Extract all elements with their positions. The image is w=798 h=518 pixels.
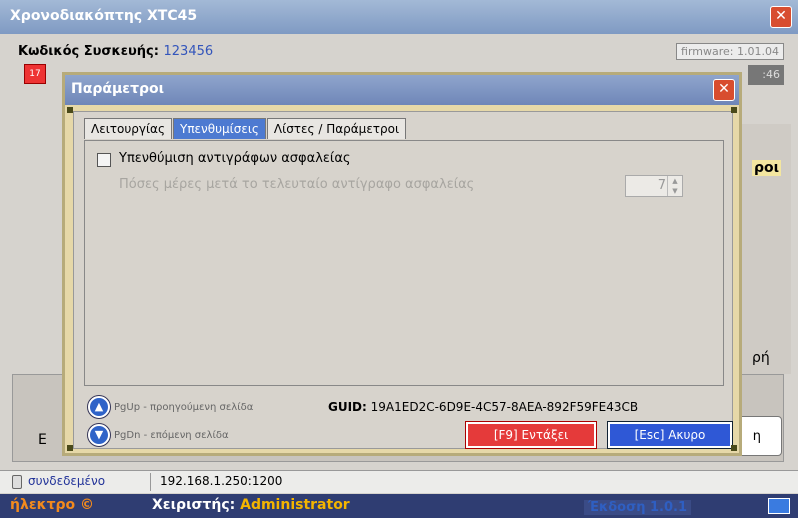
guid-value: 19A1ED2C-6D9E-4C57-8AEA-892F59FE43CB (370, 400, 639, 414)
background-side-label-1: ροι (752, 160, 782, 176)
device-code-label: Κωδικός Συσκευής: 123456 (18, 44, 214, 59)
spinner-arrows-icon[interactable]: ▲ ▼ (667, 176, 682, 196)
cancel-button[interactable]: [Esc] Ακυρο (608, 422, 732, 448)
main-close-icon[interactable]: ✕ (770, 6, 792, 28)
pgdn-hint: PgDn - επόμενη σελίδα (114, 430, 229, 441)
dialog-tabs: Λειτουργίας Υπενθυμίσεις Λίστες / Παράμε… (84, 118, 407, 140)
page-down-icon[interactable]: ▼ (88, 424, 110, 446)
background-left-label: Ε (38, 432, 47, 448)
days-spinner-value: 7 (657, 178, 666, 193)
dialog-corner-decoration (731, 107, 737, 113)
firmware-version: firmware: 1.01.04 (676, 43, 784, 60)
operator-name: Administrator (240, 497, 350, 513)
connection-indicator-icon (12, 475, 22, 489)
tab-lists-parameters[interactable]: Λίστες / Παράμετροι (266, 118, 407, 139)
device-code-value: 123456 (163, 44, 214, 59)
connection-status: συνδεδεμένο (28, 474, 106, 488)
brand-logo: ήλεκτρο © (10, 497, 95, 513)
page-up-icon[interactable]: ▲ (88, 396, 110, 418)
app-version: Έκδοση 1.0.1 (584, 500, 692, 515)
dialog-corner-decoration (67, 107, 73, 113)
parameters-dialog: Παράμετροι ✕ Λειτουργίας Υπενθυμίσεις Λί… (62, 72, 742, 456)
backup-reminder-label[interactable]: Υπενθύμιση αντιγράφων ασφαλείας (119, 151, 351, 166)
status-divider (150, 473, 151, 491)
calendar-icon[interactable]: 17 (24, 64, 46, 84)
language-flag-icon[interactable] (768, 498, 790, 514)
ok-button[interactable]: [F9] Εντάξει (466, 422, 596, 448)
guid-readout: GUID: 19A1ED2C-6D9E-4C57-8AEA-892F59FE43… (328, 400, 639, 414)
days-after-backup-label: Πόσες μέρες μετά το τελευταίο αντίγραφο … (119, 177, 475, 192)
bottom-info-bar: ήλεκτρο © Χειριστής: Administrator Έκδοσ… (0, 494, 798, 518)
dialog-corner-decoration (67, 445, 73, 451)
background-side-label-2: ρή (752, 350, 770, 366)
main-window-titlebar: Χρονοδιακόπτης XTC45 ✕ (0, 0, 798, 34)
tab-functions[interactable]: Λειτουργίας (84, 118, 172, 139)
device-ip-address: 192.168.1.250:1200 (160, 474, 283, 488)
status-bar: συνδεδεμένο 192.168.1.250:1200 (0, 470, 798, 493)
dialog-content: Λειτουργίας Υπενθυμίσεις Λίστες / Παράμε… (73, 111, 733, 449)
pgup-hint: PgUp - προηγούμενη σελίδα (114, 402, 254, 413)
operator-info: Χειριστής: Administrator (152, 497, 350, 513)
dialog-title: Παράμετροι (71, 81, 165, 97)
dialog-close-icon[interactable]: ✕ (713, 79, 735, 101)
dialog-titlebar: Παράμετροι ✕ (65, 75, 739, 105)
reminders-panel: Υπενθύμιση αντιγράφων ασφαλείας Πόσες μέ… (84, 140, 724, 386)
tab-reminders[interactable]: Υπενθυμίσεις (173, 118, 266, 139)
main-window-title: Χρονοδιακόπτης XTC45 (10, 8, 198, 24)
days-spinner[interactable]: 7 ▲ ▼ (625, 175, 683, 197)
dialog-corner-decoration (731, 445, 737, 451)
backup-reminder-checkbox[interactable] (97, 153, 111, 167)
clock-readout: :46 (748, 65, 784, 85)
